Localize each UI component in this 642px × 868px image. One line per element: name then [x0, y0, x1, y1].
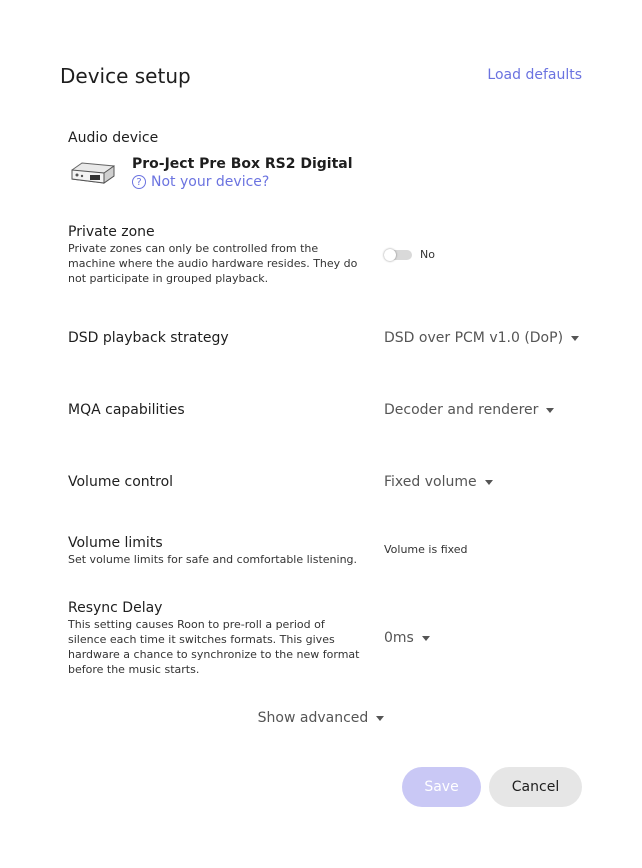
resync-delay-dropdown[interactable]: 0ms [384, 630, 430, 646]
not-your-device-link[interactable]: ? Not your device? [132, 174, 269, 190]
caret-down-icon [484, 479, 493, 485]
volume-limits-label: Volume limits [68, 535, 163, 551]
show-advanced-label: Show advanced [257, 710, 369, 726]
caret-down-icon [546, 407, 555, 413]
mqa-capabilities-label: MQA capabilities [68, 402, 185, 418]
toggle-knob [384, 249, 396, 261]
load-defaults-link[interactable]: Load defaults [487, 67, 582, 83]
audio-device-image [71, 162, 115, 184]
volume-control-value: Fixed volume [384, 474, 477, 490]
dsd-strategy-label: DSD playback strategy [68, 330, 229, 346]
show-advanced-row: Show advanced [0, 710, 642, 726]
volume-limits-value: Volume is fixed [384, 543, 468, 556]
save-button[interactable]: Save [402, 767, 481, 807]
private-zone-toggle[interactable] [384, 249, 412, 261]
resync-delay-label: Resync Delay [68, 600, 163, 616]
volume-limits-description: Set volume limits for safe and comfortab… [68, 553, 358, 566]
caret-down-icon [421, 635, 430, 641]
help-icon: ? [132, 175, 146, 189]
mqa-capabilities-value: Decoder and renderer [384, 402, 539, 418]
caret-down-icon [376, 715, 385, 721]
volume-control-label: Volume control [68, 474, 174, 490]
audio-device-label: Audio device [68, 130, 159, 146]
resync-delay-value: 0ms [384, 630, 414, 646]
not-your-device-label: Not your device? [151, 174, 270, 190]
private-zone-label: Private zone [68, 224, 155, 240]
cancel-button[interactable]: Cancel [489, 767, 582, 807]
private-zone-description: Private zones can only be controlled fro… [68, 242, 358, 285]
caret-down-icon [571, 335, 580, 341]
private-zone-toggle-state: No [420, 248, 435, 261]
dsd-strategy-dropdown[interactable]: DSD over PCM v1.0 (DoP) [384, 330, 580, 346]
audio-device-name: Pro-Ject Pre Box RS2 Digital [132, 156, 353, 172]
volume-control-dropdown[interactable]: Fixed volume [384, 474, 493, 490]
page-title: Device setup [60, 64, 191, 88]
dsd-strategy-value: DSD over PCM v1.0 (DoP) [384, 330, 564, 346]
show-advanced-toggle[interactable]: Show advanced [258, 710, 385, 726]
mqa-capabilities-dropdown[interactable]: Decoder and renderer [384, 402, 555, 418]
resync-delay-description: This setting causes Roon to pre-roll a p… [68, 618, 360, 676]
